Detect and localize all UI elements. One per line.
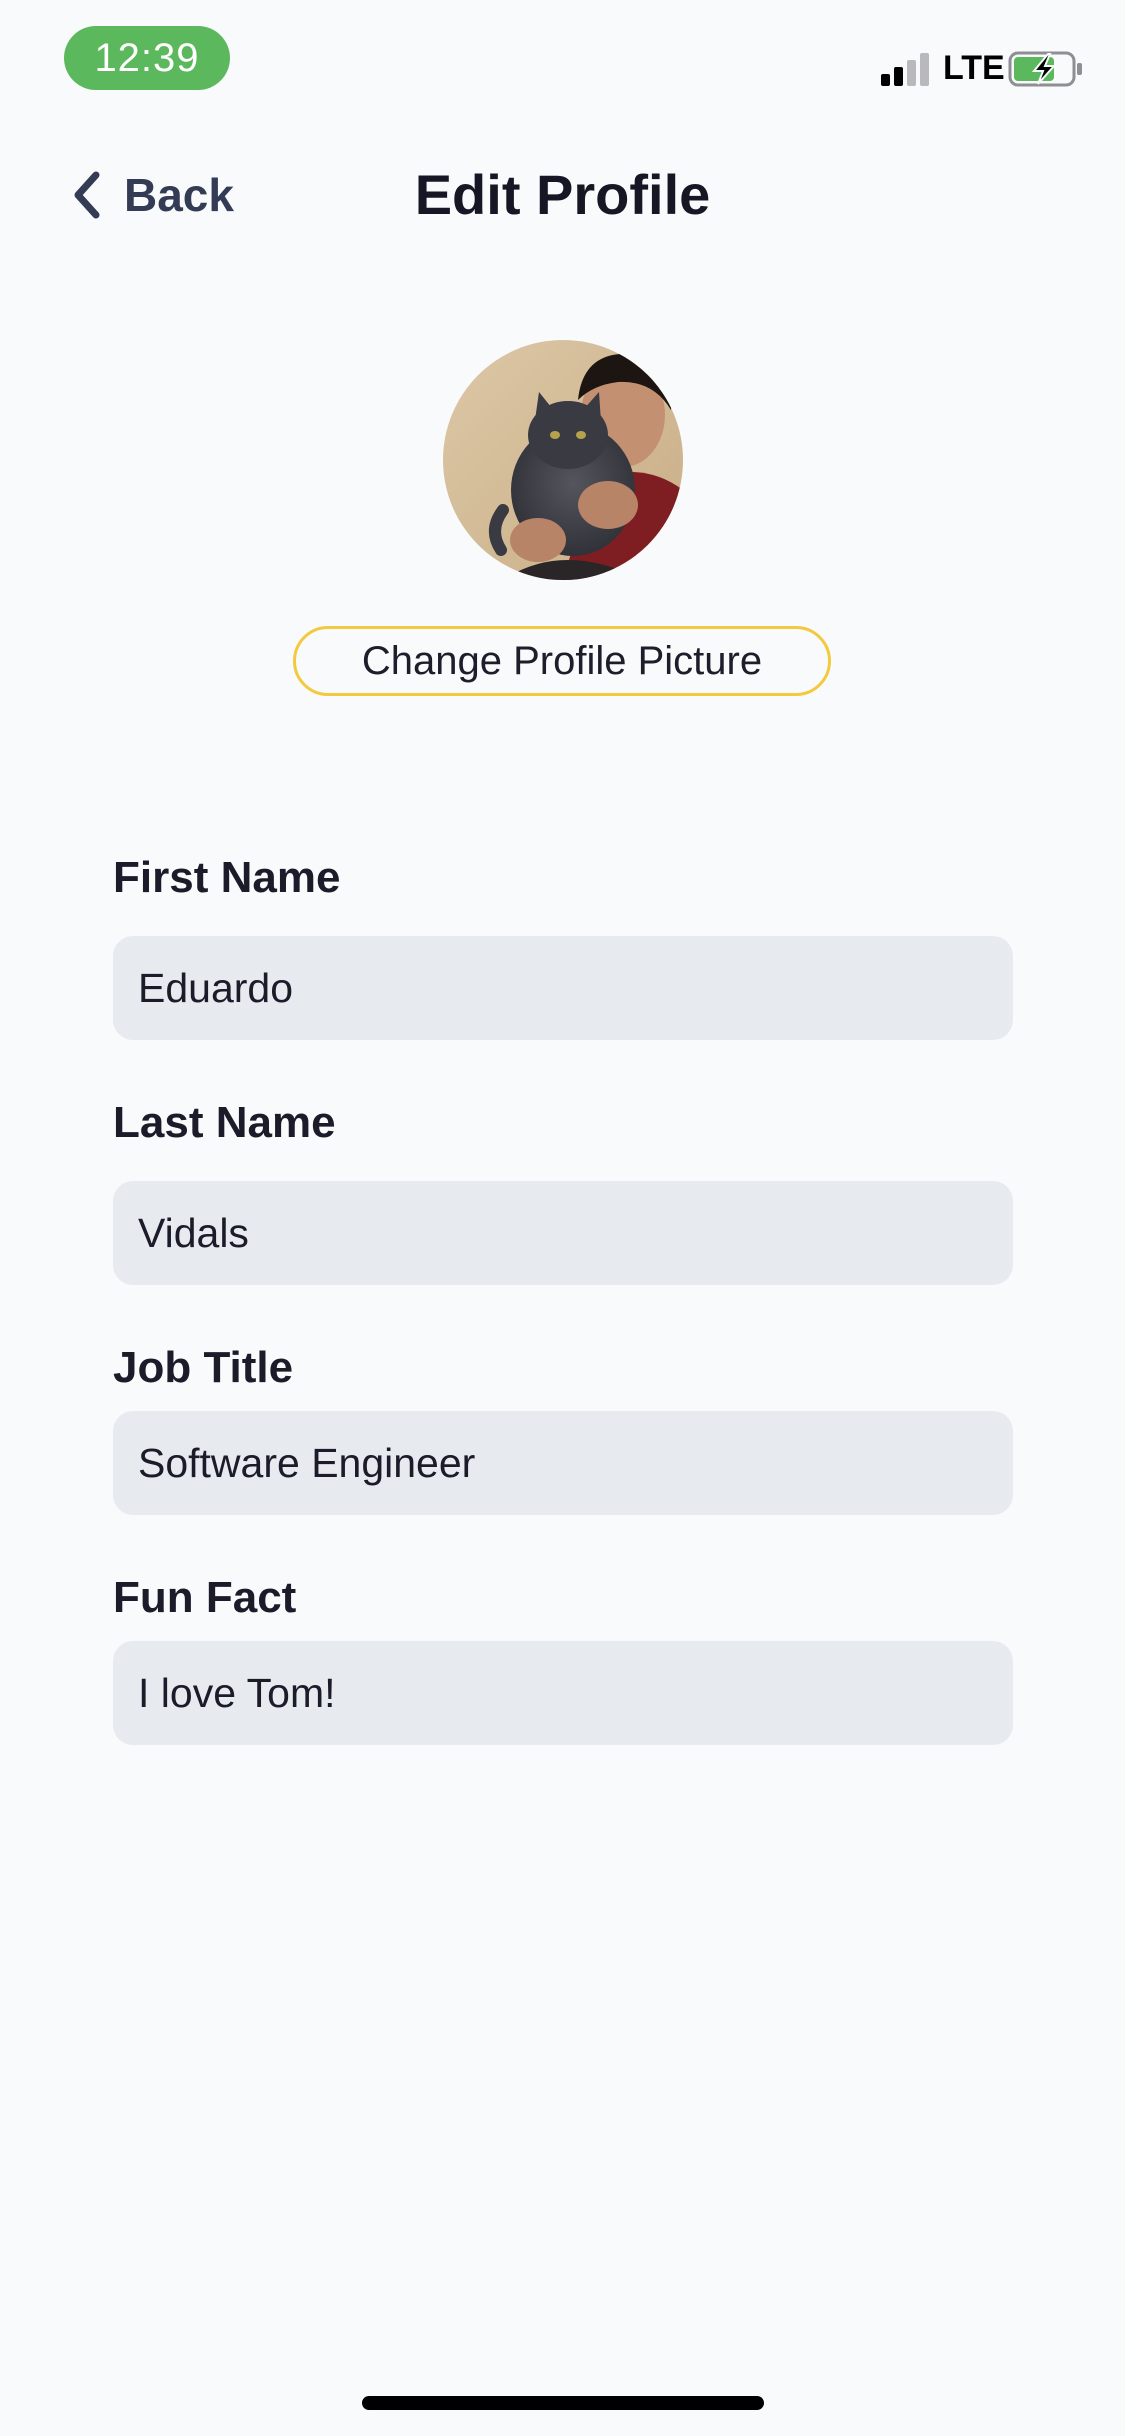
- status-time: 12:39: [64, 26, 230, 90]
- status-bar: 12:39 LTE: [0, 0, 1125, 130]
- back-label: Back: [124, 169, 234, 221]
- job-title-field[interactable]: [113, 1411, 1013, 1515]
- profile-photo: [443, 340, 683, 580]
- chevron-left-icon: [74, 171, 100, 219]
- first-name-field[interactable]: [113, 936, 1013, 1040]
- fun-fact-field[interactable]: [113, 1641, 1013, 1745]
- home-indicator[interactable]: [362, 2396, 764, 2410]
- battery-charging-icon: [1008, 51, 1082, 87]
- back-button[interactable]: Back: [70, 150, 234, 240]
- first-name-label: First Name: [113, 853, 341, 902]
- fun-fact-label: Fun Fact: [113, 1573, 297, 1622]
- nav-header: Edit Profile Back: [0, 150, 1125, 240]
- last-name-field[interactable]: [113, 1181, 1013, 1285]
- change-profile-picture-button[interactable]: Change Profile Picture: [293, 626, 831, 696]
- job-title-label: Job Title: [113, 1343, 294, 1392]
- avatar: [443, 340, 683, 580]
- network-label: LTE: [943, 49, 1005, 87]
- signal-bars-icon: [881, 53, 929, 86]
- last-name-label: Last Name: [113, 1098, 336, 1147]
